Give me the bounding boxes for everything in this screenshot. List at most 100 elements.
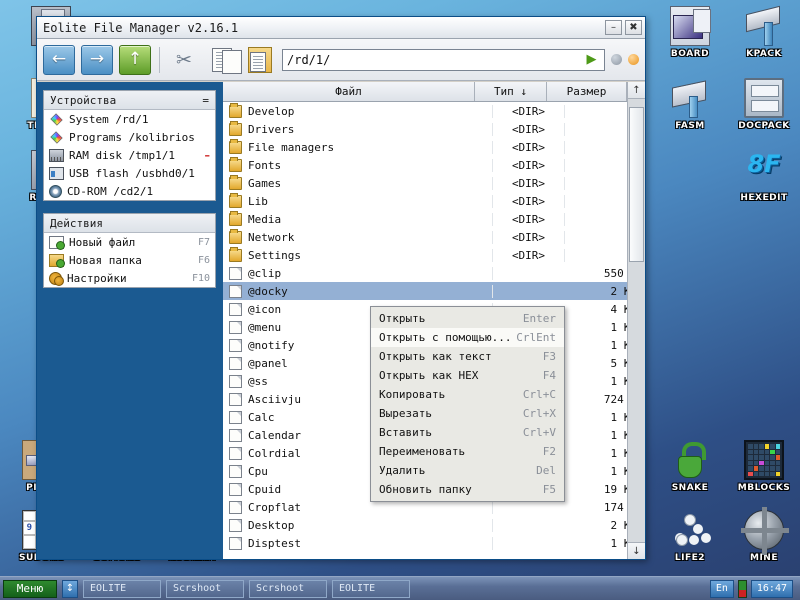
table-row[interactable]: @clip 550 b	[223, 264, 645, 282]
taskbar: Меню ↕ EOLITE Scrshoot Scrshoot EOLITE En 1…	[0, 576, 800, 600]
window-titlebar[interactable]: Eolite File Manager v2.16.1 – ✖	[37, 17, 645, 39]
column-header-name[interactable]: Файл	[223, 82, 475, 101]
desktop-icon-snake[interactable]: SNAKE	[653, 440, 727, 493]
scrollbar-thumb[interactable]	[629, 107, 644, 262]
menu-item-7[interactable]: Переименовать F2	[371, 442, 564, 461]
device-item-0[interactable]: System /rd/1	[44, 110, 215, 128]
file-name: Cropflat	[248, 500, 301, 514]
table-row[interactable]: Fonts <DIR>	[223, 156, 645, 174]
start-menu-button[interactable]: Меню	[3, 579, 57, 598]
close-button[interactable]: ✖	[625, 20, 642, 35]
minimize-button[interactable]: –	[605, 20, 622, 35]
folder-icon	[229, 138, 242, 154]
address-bar[interactable]: /rd/1/ ▶	[282, 48, 605, 71]
actions-panel: Действия Новый файл F7 Новая папка F6 Настро…	[43, 213, 216, 288]
column-header-type[interactable]: Тип ↓	[475, 82, 547, 101]
file-icon	[229, 284, 242, 298]
menu-item-shortcut: Crl+C	[522, 388, 556, 401]
window-title: Eolite File Manager v2.16.1	[43, 20, 239, 35]
action-item-2[interactable]: Настройки F10	[44, 269, 215, 287]
copy-button[interactable]	[206, 45, 242, 75]
taskbar-window-3[interactable]: EOLITE	[332, 579, 410, 598]
cut-button[interactable]: ✂	[168, 45, 200, 75]
clock[interactable]: 16:47	[750, 579, 793, 598]
file-icon	[229, 446, 242, 460]
file-icon	[229, 302, 242, 316]
language-indicator[interactable]: En	[709, 579, 734, 598]
file-name: Network	[248, 230, 295, 244]
minimize-all-button[interactable]: ↕	[62, 579, 78, 598]
file-name: Games	[248, 176, 282, 190]
menu-item-4[interactable]: Копировать Crl+C	[371, 385, 564, 404]
file-type: <DIR>	[493, 230, 565, 244]
menu-item-6[interactable]: Вставить Crl+V	[371, 423, 564, 442]
device-eject-icon[interactable]: –	[205, 149, 211, 162]
table-row[interactable]: Media <DIR>	[223, 210, 645, 228]
menu-item-5[interactable]: Вырезать Crl+X	[371, 404, 564, 423]
disk-icon	[50, 112, 63, 126]
taskbar-window-0[interactable]: EOLITE	[83, 579, 161, 598]
file-name: Develop	[248, 104, 295, 118]
desktop-icon-fasm[interactable]: FASM	[653, 78, 727, 131]
table-row[interactable]: Develop <DIR>	[223, 102, 645, 120]
devices-panel-title: Устройства	[50, 93, 117, 107]
table-row[interactable]: Network <DIR>	[223, 228, 645, 246]
table-row[interactable]: Disptest 1 Kb	[223, 534, 645, 552]
menu-item-2[interactable]: Открыть как текст F3	[371, 347, 564, 366]
table-row[interactable]: Desktop 2 Kb	[223, 516, 645, 534]
file-type: <DIR>	[493, 140, 565, 154]
device-item-4[interactable]: CD-ROM /cd2/1	[44, 182, 215, 200]
folder-icon	[229, 156, 242, 172]
desktop-icon-board[interactable]: BOARD	[653, 6, 727, 59]
up-button[interactable]: ↑	[119, 44, 151, 75]
action-item-1[interactable]: Новая папка F6	[44, 251, 215, 269]
desktop-icon-docpack[interactable]: DOCPACK	[727, 78, 800, 131]
desktop-icon-mblocks[interactable]: MBLOCKS	[727, 440, 800, 493]
menu-item-shortcut: F2	[542, 445, 556, 458]
collapse-icon[interactable]: =	[202, 94, 209, 107]
table-row[interactable]: File managers <DIR>	[223, 138, 645, 156]
device-item-1[interactable]: Programs /kolibrios	[44, 128, 215, 146]
back-button[interactable]: ←	[43, 44, 75, 75]
action-item-0[interactable]: Новый файл F7	[44, 233, 215, 251]
taskbar-window-1[interactable]: Scrshoot	[166, 579, 244, 598]
table-row[interactable]: Drivers <DIR>	[223, 120, 645, 138]
taskbar-window-2[interactable]: Scrshoot	[249, 579, 327, 598]
menu-item-9[interactable]: Обновить папку F5	[371, 480, 564, 499]
menu-item-0[interactable]: Открыть Enter	[371, 309, 564, 328]
paste-button[interactable]	[244, 45, 276, 75]
table-row[interactable]: @docky 2 Kb	[223, 282, 645, 300]
file-name-cell: Media	[223, 210, 493, 226]
table-row[interactable]: Settings <DIR>	[223, 246, 645, 264]
table-row[interactable]: Lib <DIR>	[223, 192, 645, 210]
menu-item-label: Обновить папку	[379, 483, 472, 496]
toolbar-separator	[159, 46, 160, 73]
file-icon	[229, 374, 242, 388]
menu-item-1[interactable]: Открыть с помощью... CrlEnt	[371, 328, 564, 347]
column-header-size[interactable]: Размер	[547, 82, 627, 101]
device-item-3[interactable]: USB flash /usbhd0/1	[44, 164, 215, 182]
scroll-up-button[interactable]: ↑	[628, 82, 645, 99]
desktop-icon-hexedit[interactable]: 8F HEXEDIT	[727, 150, 800, 203]
menu-item-3[interactable]: Открыть как HEX F4	[371, 366, 564, 385]
scroll-down-button[interactable]: ↓	[628, 542, 645, 559]
mblocks-icon	[744, 440, 784, 480]
task-list: EOLITE Scrshoot Scrshoot EOLITE	[83, 579, 410, 598]
forward-button[interactable]: →	[81, 44, 113, 75]
desktop-icon-life2[interactable]: LIFE2	[653, 510, 727, 563]
desktop-icon-kpack[interactable]: KPACK	[727, 6, 800, 59]
sidebar: Устройства = System /rd/1 Programs /kolib…	[37, 82, 222, 559]
actions-panel-title: Действия	[50, 216, 103, 230]
menu-item-label: Открыть	[379, 312, 426, 325]
desktop-icon-mine[interactable]: MINE	[727, 507, 800, 563]
vertical-scrollbar[interactable]: ↑ ↓	[627, 82, 645, 559]
table-row[interactable]: Games <DIR>	[223, 174, 645, 192]
go-button[interactable]: ▶	[583, 51, 600, 69]
file-icon	[229, 320, 242, 334]
device-item-2[interactable]: RAM disk /tmp1/1 –	[44, 146, 215, 164]
menu-item-8[interactable]: Удалить Del	[371, 461, 564, 480]
cdrom-icon	[49, 184, 62, 198]
mine-icon	[741, 507, 789, 555]
scrollbar-track[interactable]	[628, 99, 645, 542]
devices-panel-header[interactable]: Устройства =	[44, 91, 215, 110]
